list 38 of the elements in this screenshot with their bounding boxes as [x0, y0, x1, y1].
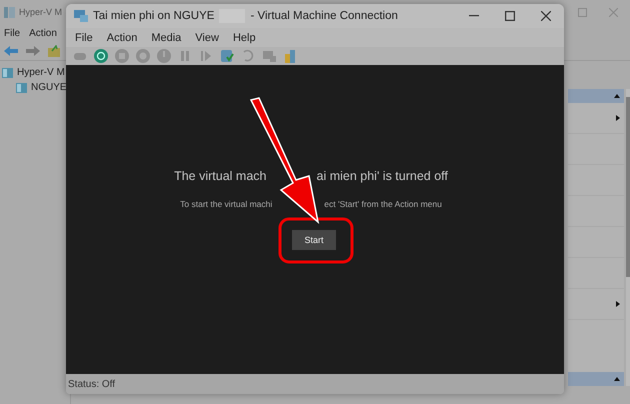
menu-item[interactable]: Media [146, 30, 186, 46]
server-icon [2, 68, 13, 78]
message-text: ect 'Start' from the Action menu [324, 199, 442, 209]
close-icon[interactable] [609, 8, 618, 16]
menu-item[interactable]: View [190, 30, 224, 46]
collapse-icon[interactable] [614, 377, 620, 381]
message-title: ai mien phi' is turned off [316, 169, 448, 183]
monitor-icon [74, 10, 88, 22]
message-title: The virtual mach [174, 169, 266, 183]
close-icon [541, 11, 551, 21]
menu-item[interactable]: File [70, 30, 98, 46]
menu-item[interactable]: File [4, 28, 20, 38]
message-text: To start the virtual machi [180, 199, 272, 209]
status-text: Status: Off [66, 374, 564, 394]
submenu-arrow-icon[interactable] [616, 115, 620, 121]
share-icon[interactable] [282, 48, 298, 64]
maximize-icon[interactable] [578, 8, 587, 16]
maximize-icon [505, 11, 515, 21]
tree-item[interactable]: Hyper-V M [2, 67, 68, 78]
scrollbar[interactable] [626, 89, 630, 386]
menu-item[interactable]: Action [29, 28, 57, 38]
menu-item[interactable]: Help [228, 30, 261, 46]
start-icon[interactable] [93, 48, 109, 64]
forward-arrow-icon[interactable] [26, 46, 40, 56]
minimize-icon [469, 15, 479, 17]
start-button[interactable]: Start [292, 230, 336, 250]
server-icon [4, 6, 15, 18]
window-title: Tai mien phi on NGUYE [93, 10, 214, 22]
window-title: Hyper-V M [19, 7, 62, 17]
tree-item[interactable]: NGUYE [2, 82, 68, 93]
folder-icon[interactable] [48, 45, 60, 57]
server-icon [16, 82, 27, 92]
checkpoint-icon[interactable] [219, 48, 235, 64]
menu-item[interactable]: Action [102, 30, 142, 46]
window-title: - Virtual Machine Connection [250, 10, 398, 22]
submenu-arrow-icon[interactable] [616, 301, 620, 307]
back-arrow-icon[interactable] [4, 46, 18, 56]
collapse-icon[interactable] [614, 94, 620, 98]
